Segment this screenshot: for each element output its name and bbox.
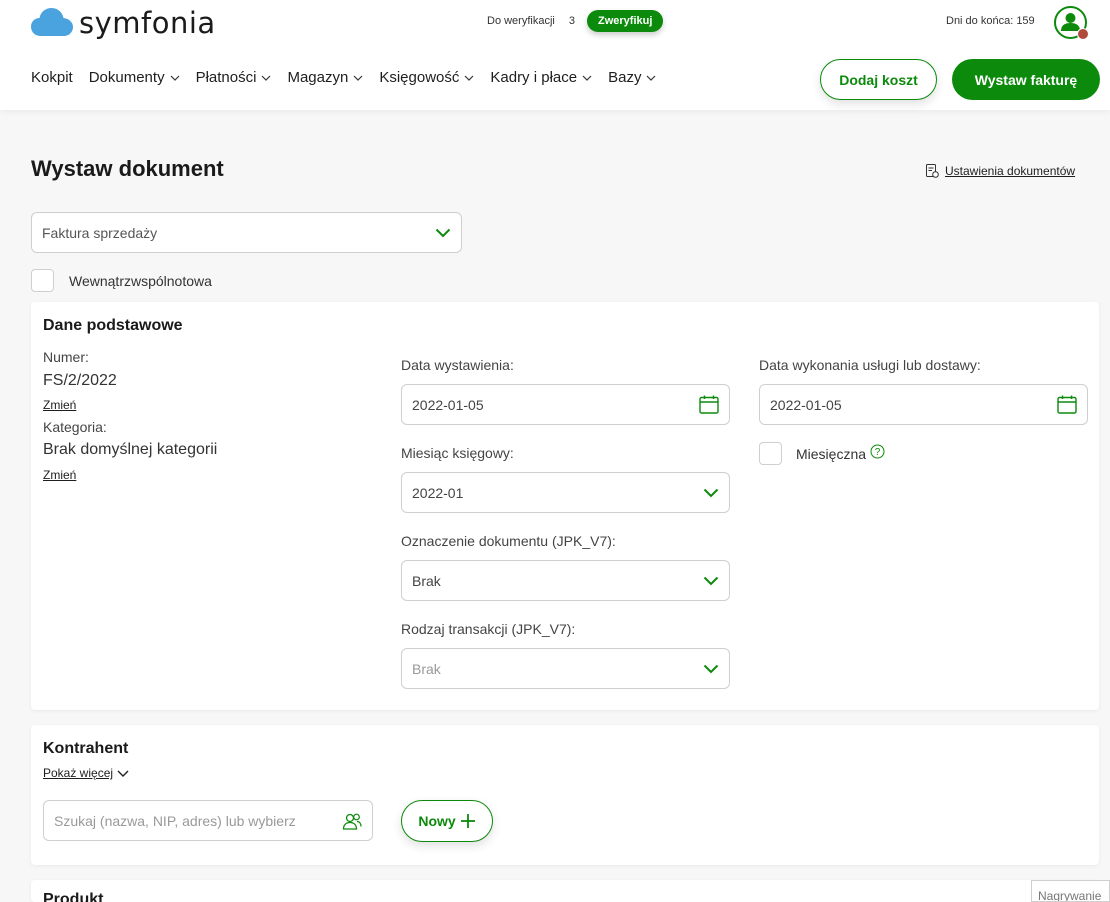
service-date-value: 2022-01-05 xyxy=(770,396,842,413)
product-title: Produkt xyxy=(43,891,104,902)
nav-item-label: Kadry i płace xyxy=(490,69,578,86)
category-label: Kategoria: xyxy=(43,419,107,435)
number-label: Numer: xyxy=(43,349,89,365)
verify-button[interactable]: Zweryfikuj xyxy=(586,10,664,32)
contractor-search-placeholder: Szukaj (nazwa, NIP, adres) lub wybierz xyxy=(54,812,296,829)
service-date-label: Data wykonania usługi lub dostawy: xyxy=(759,357,981,373)
show-more-label: Pokaż więcej xyxy=(43,766,114,780)
monthly-label: Miesięczna xyxy=(796,445,867,462)
basic-data-title: Dane podstawowe xyxy=(43,317,183,334)
show-more-link[interactable]: Pokaż więcej xyxy=(43,766,129,780)
nav-item-magazyn[interactable]: Magazyn xyxy=(287,69,363,86)
chevron-down-icon xyxy=(353,75,363,81)
intra-community-checkbox[interactable] xyxy=(31,269,54,292)
contractor-search-input[interactable]: Szukaj (nazwa, NIP, adres) lub wybierz xyxy=(43,800,373,841)
doc-mark-select[interactable]: Brak xyxy=(401,560,730,601)
chevron-down-icon xyxy=(703,576,719,585)
nav-item-label: Płatności xyxy=(195,69,257,86)
document-settings-link[interactable]: Ustawienia dokumentów xyxy=(925,164,1075,178)
intra-community-label: Wewnątrzwspólnotowa xyxy=(69,272,212,289)
month-value: 2022-01 xyxy=(412,484,464,501)
nav-item-kadry[interactable]: Kadry i płace xyxy=(490,69,592,86)
new-contractor-button[interactable]: Nowy xyxy=(401,800,493,842)
category-value: Brak domyślnej kategorii xyxy=(43,441,218,458)
notification-dot xyxy=(1077,28,1089,40)
plus-icon xyxy=(460,814,475,828)
monthly-row: Miesięczna ? xyxy=(759,442,885,465)
product-card xyxy=(31,880,1099,902)
change-category-link[interactable]: Zmień xyxy=(43,468,76,482)
number-value: FS/2/2022 xyxy=(43,372,117,389)
issue-date-label: Data wystawienia: xyxy=(401,357,514,373)
brand-name: symfonia xyxy=(79,6,216,40)
chevron-down-icon xyxy=(435,228,451,237)
nav-item-bazy[interactable]: Bazy xyxy=(608,69,656,86)
document-type-select[interactable]: Faktura sprzedaży xyxy=(31,212,462,253)
chevron-down-icon xyxy=(117,770,129,777)
change-number-link[interactable]: Zmień xyxy=(43,398,76,412)
calendar-icon xyxy=(1057,395,1077,414)
top-header: symfonia Do weryfikacji 3 Zweryfikuj Dni… xyxy=(0,0,1110,110)
nav-item-label: Bazy xyxy=(608,69,642,86)
calendar-icon xyxy=(699,395,719,414)
chevron-down-icon xyxy=(703,664,719,673)
contractor-card xyxy=(31,725,1099,865)
nav-item-label: Księgowość xyxy=(379,69,460,86)
svg-text:?: ? xyxy=(875,447,881,458)
nav-item-ksiegowosc[interactable]: Księgowość xyxy=(379,69,474,86)
chevron-down-icon xyxy=(170,75,180,81)
recording-widget[interactable]: Nagrywanie xyxy=(1031,880,1110,902)
nav-item-kokpit[interactable]: Kokpit xyxy=(31,69,73,86)
document-type-value: Faktura sprzedaży xyxy=(42,224,158,241)
doc-mark-label: Oznaczenie dokumentu (JPK_V7): xyxy=(401,533,616,549)
nav-item-platnosci[interactable]: Płatności xyxy=(196,69,272,86)
issue-date-value: 2022-01-05 xyxy=(412,396,484,413)
user-avatar-button[interactable] xyxy=(1054,6,1089,40)
nav-item-label: Kokpit xyxy=(31,69,73,86)
doc-mark-value: Brak xyxy=(412,572,441,589)
document-settings-icon xyxy=(926,164,939,178)
days-left-text: Dni do końca: 159 xyxy=(946,15,1035,27)
issue-invoice-button[interactable]: Wystaw fakturę xyxy=(952,59,1100,100)
page-title: Wystaw dokument xyxy=(31,156,224,181)
monthly-checkbox[interactable] xyxy=(759,442,782,465)
trans-type-select[interactable]: Brak xyxy=(401,648,730,689)
add-cost-button[interactable]: Dodaj koszt xyxy=(820,59,937,100)
nav-item-label: Magazyn xyxy=(287,69,349,86)
chevron-down-icon xyxy=(582,75,592,81)
verification-label: Do weryfikacji xyxy=(487,15,555,27)
verification-count: 3 xyxy=(568,15,575,27)
chevron-down-icon xyxy=(464,75,474,81)
chevron-down-icon xyxy=(647,75,656,81)
contractor-title: Kontrahent xyxy=(43,740,129,757)
issue-date-field[interactable]: 2022-01-05 xyxy=(401,384,730,425)
month-select[interactable]: 2022-01 xyxy=(401,472,730,513)
month-label: Miesiąc księgowy: xyxy=(401,445,514,461)
verification-area: Do weryfikacji 3 Zweryfikuj xyxy=(487,10,664,32)
chevron-down-icon xyxy=(262,75,271,81)
new-contractor-label: Nowy xyxy=(418,813,456,829)
trans-type-value: Brak xyxy=(412,660,441,677)
service-date-field[interactable]: 2022-01-05 xyxy=(759,384,1088,425)
document-settings-label: Ustawienia dokumentów xyxy=(945,164,1076,178)
chevron-down-icon xyxy=(703,488,719,497)
logo[interactable]: symfonia xyxy=(31,6,216,40)
nav-item-label: Dokumenty xyxy=(88,69,165,86)
help-icon[interactable]: ? xyxy=(870,444,885,459)
trans-type-label: Rodzaj transakcji (JPK_V7): xyxy=(401,621,576,637)
contacts-icon xyxy=(342,813,362,830)
main-nav: Kokpit Dokumenty Płatności Magazyn Księg… xyxy=(31,69,672,86)
cloud-logo-icon xyxy=(31,8,73,36)
intra-community-row: Wewnątrzwspólnotowa xyxy=(31,269,212,292)
nav-item-dokumenty[interactable]: Dokumenty xyxy=(89,69,180,86)
